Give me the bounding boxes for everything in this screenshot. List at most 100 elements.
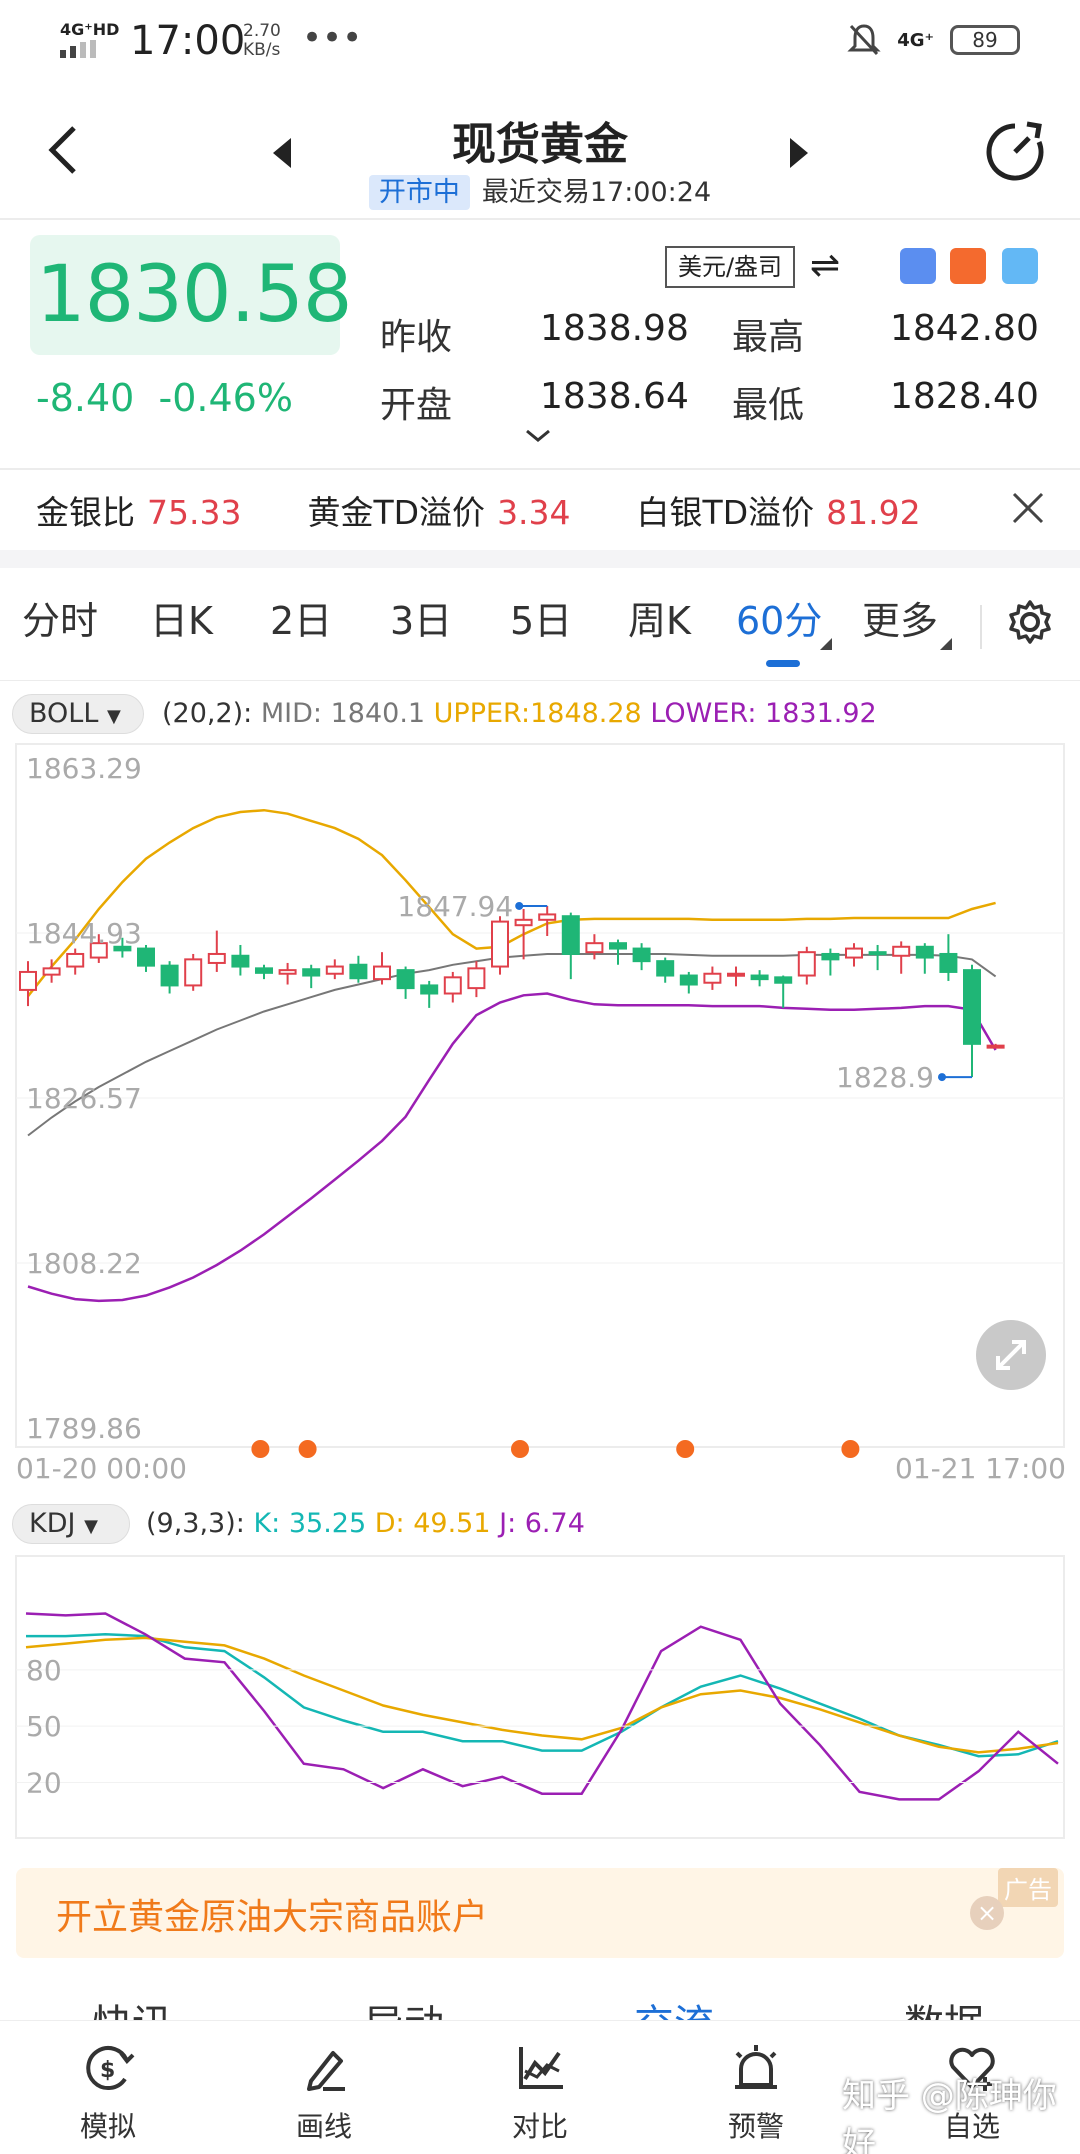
min-marker-label: 1828.9 xyxy=(836,1061,934,1094)
candle-body xyxy=(443,976,462,995)
price-chart[interactable]: 1863.29 1844.93 1826.57 1808.22 1789.86 01-20… xyxy=(0,0,1080,1860)
candle xyxy=(491,916,509,975)
candle xyxy=(255,964,273,980)
candle xyxy=(679,971,698,994)
nav-label: 画线 xyxy=(295,2110,352,2143)
candle xyxy=(750,970,769,987)
candle xyxy=(821,948,840,976)
candle xyxy=(19,961,37,1007)
kdj-j: J: 6.74 xyxy=(499,1508,585,1539)
max-marker-dot xyxy=(515,901,524,910)
dropdown-caret-icon: ▼ xyxy=(84,1516,98,1537)
ad-text: 开立黄金原油大宗商品账户 xyxy=(56,1897,489,1938)
kdj-y-tick-label: 80 xyxy=(26,1654,62,1687)
max-marker-label: 1847.94 xyxy=(397,890,513,923)
kdj-params: (9,3,3): xyxy=(146,1508,245,1539)
candle xyxy=(797,946,816,985)
candle-body xyxy=(231,954,250,968)
candle-body xyxy=(373,965,391,981)
candle-body xyxy=(797,951,816,977)
event-dot xyxy=(841,1440,860,1458)
candle xyxy=(727,966,745,987)
candle-body xyxy=(632,947,651,963)
ad-close-button[interactable]: × xyxy=(970,1896,1004,1930)
nav-label: 对比 xyxy=(511,2110,568,2143)
candle xyxy=(939,934,958,981)
candle xyxy=(585,934,604,960)
kdj-y-tick-label: 20 xyxy=(26,1766,62,1799)
y-tick-label: 1844.93 xyxy=(26,917,142,950)
min-marker-dot xyxy=(938,1073,946,1082)
compare-icon xyxy=(519,2047,563,2089)
candle xyxy=(467,961,486,998)
kdj-values: (9,3,3): K: 35.25 D: 49.51 J: 6.74 xyxy=(146,1508,585,1539)
candle xyxy=(420,980,439,1008)
candle-body xyxy=(915,945,934,959)
y-tick-label: 1789.86 xyxy=(26,1412,142,1445)
x-start-label: 01-20 00:00 xyxy=(16,1452,187,1485)
candle xyxy=(632,943,651,971)
candle-body xyxy=(750,974,769,981)
candle xyxy=(561,912,580,980)
candle-body xyxy=(561,915,580,955)
candle-body xyxy=(349,963,368,980)
candle-body xyxy=(302,968,321,977)
candle-body xyxy=(137,947,155,967)
nav-draw[interactable]: 画线 xyxy=(254,2041,394,2145)
candle-body xyxy=(420,984,439,995)
candle-body xyxy=(727,972,745,977)
candle-body xyxy=(207,952,226,964)
nav-simulate[interactable]: $ 模拟 xyxy=(38,2041,178,2145)
main-chart-frame xyxy=(15,743,1065,1448)
candle-body xyxy=(986,1044,1005,1049)
event-dot xyxy=(298,1440,317,1458)
event-dot xyxy=(676,1440,695,1458)
candle-body xyxy=(467,967,486,990)
candle xyxy=(986,1043,1005,1049)
candle-body xyxy=(892,945,911,957)
candle xyxy=(66,948,85,975)
candle xyxy=(349,955,368,983)
nav-alert[interactable]: 预警 xyxy=(686,2041,826,2145)
boll-lower-line xyxy=(27,992,997,1303)
candle xyxy=(207,930,226,972)
candle xyxy=(231,944,250,976)
candle xyxy=(325,959,344,980)
ad-banner[interactable]: 开立黄金原油大宗商品账户 广告 × xyxy=(16,1868,1064,1958)
kdj-indicator-selector[interactable]: KDJ ▼ xyxy=(12,1504,130,1544)
candle-body xyxy=(514,918,533,927)
candle-body xyxy=(278,969,297,975)
candle-body xyxy=(325,965,344,975)
candle-body xyxy=(868,951,887,956)
ad-tag: 广告 xyxy=(998,1868,1058,1907)
candle-body xyxy=(66,952,85,968)
candle-body xyxy=(963,969,981,1045)
candle xyxy=(845,943,863,967)
kdj-d: D: 49.51 xyxy=(374,1508,491,1539)
candle-body xyxy=(160,964,179,987)
x-end-label: 01-21 17:00 xyxy=(895,1452,1066,1485)
candle xyxy=(302,964,321,989)
y-tick-label: 1826.57 xyxy=(26,1082,142,1115)
kdj-name: KDJ xyxy=(29,1508,76,1539)
candle-body xyxy=(656,960,675,977)
expand-icon xyxy=(996,1340,1026,1370)
candle xyxy=(278,962,297,985)
candle xyxy=(443,971,462,1003)
kdj-y-tick-label: 50 xyxy=(26,1710,62,1743)
y-tick-label: 1863.29 xyxy=(26,752,142,785)
candle-body xyxy=(255,967,273,974)
nav-compare[interactable]: 对比 xyxy=(470,2041,610,2145)
candle xyxy=(514,909,533,960)
candle-body xyxy=(19,970,37,991)
kdj-chart-frame xyxy=(15,1555,1065,1839)
candle-body xyxy=(538,913,557,921)
fullscreen-button[interactable] xyxy=(976,1320,1046,1390)
candle xyxy=(656,957,675,983)
candle xyxy=(868,944,887,971)
candle xyxy=(538,905,557,936)
simulate-icon: $ xyxy=(86,2046,135,2090)
candle xyxy=(915,943,934,974)
y-tick-label: 1808.22 xyxy=(26,1247,142,1280)
alert-icon xyxy=(735,2045,777,2089)
